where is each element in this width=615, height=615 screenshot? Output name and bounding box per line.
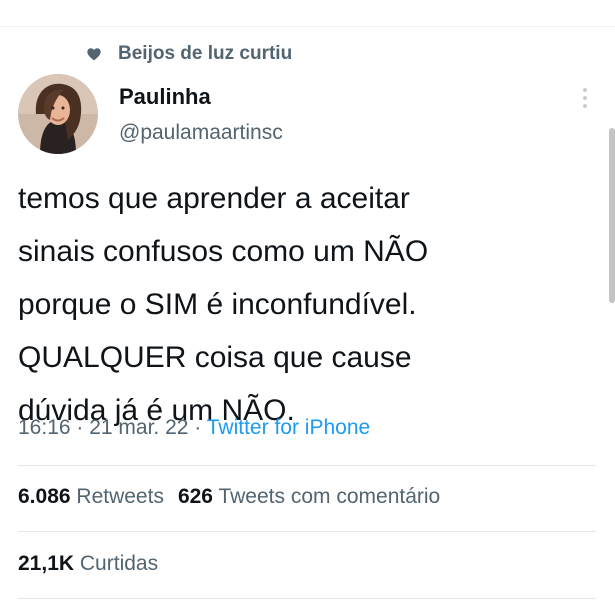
author-display-name[interactable]: Paulinha (119, 84, 211, 110)
top-divider (0, 26, 615, 27)
liked-by-text: Beijos de luz curtiu (118, 43, 293, 64)
retweets-count: 6.086 (18, 485, 71, 508)
retweets-stat[interactable]: 6.086 Retweets (18, 485, 164, 508)
scrollbar[interactable] (609, 128, 615, 303)
meta-separator: · (70, 416, 90, 439)
divider (18, 465, 596, 466)
likes-stat[interactable]: 21,1K Curtidas (18, 552, 158, 575)
tweet-line: temos que aprender a aceitar (18, 182, 410, 215)
quote-tweets-count: 626 (177, 485, 213, 508)
retweets-label: Retweets (76, 485, 164, 508)
avatar[interactable] (18, 74, 98, 154)
tweet-metadata: 16:16 · 21 mar. 22 · Twitter for iPhone (18, 416, 370, 440)
more-options-icon[interactable] (578, 86, 592, 110)
heart-icon (86, 46, 102, 62)
tweet-line: porque o SIM é inconfundível. (18, 288, 417, 321)
likes-stats-row: 21,1K Curtidas (18, 552, 158, 576)
divider (18, 598, 596, 599)
meta-separator: · (188, 416, 207, 439)
tweet-line: QUALQUER coisa que cause (18, 341, 412, 374)
tweet-text: temos que aprender a aceitar sinais conf… (18, 172, 598, 437)
engagement-stats-row: 6.086 Retweets 626 Tweets com comentário (18, 485, 440, 509)
author-handle[interactable]: @paulamaartinsc (119, 121, 283, 145)
tweet-source-link[interactable]: Twitter for iPhone (207, 416, 370, 439)
likes-count: 21,1K (18, 552, 75, 575)
social-context[interactable]: Beijos de luz curtiu (86, 42, 292, 66)
quote-tweets-label: Tweets com comentário (218, 485, 441, 508)
likes-label: Curtidas (79, 552, 159, 575)
tweet-date[interactable]: 21 mar. 22 (89, 416, 188, 439)
tweet-time[interactable]: 16:16 (18, 416, 71, 439)
tweet-line: sinais confusos como um NÃO (18, 235, 429, 268)
quote-tweets-stat[interactable]: 626 Tweets com comentário (178, 485, 440, 508)
divider (18, 531, 596, 532)
